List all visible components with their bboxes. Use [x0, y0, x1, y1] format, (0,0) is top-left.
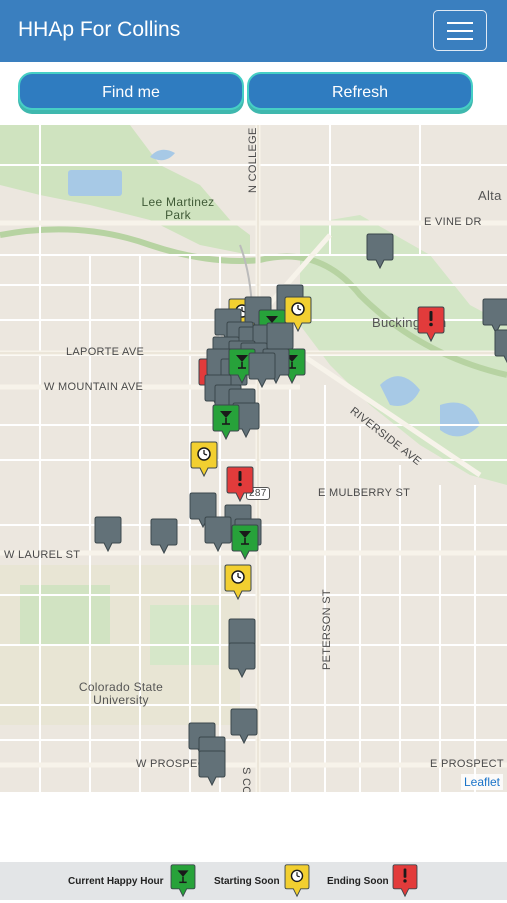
legend-starting-label: Starting Soon [214, 876, 280, 887]
hamburger-line [447, 30, 473, 32]
label-e-prospect: E PROSPECT [430, 758, 504, 770]
label-e-vine-dr: E VINE DR [424, 216, 482, 228]
label-w-mountain-ave: W MOUNTAIN AVE [44, 381, 144, 393]
label-s-college-ave: S COLLEGE AVE [240, 767, 252, 792]
navbar: HHAp For Collins [0, 0, 507, 62]
map-view[interactable]: Lee Martinez Park N COLLEGE Alta E VINE … [0, 125, 507, 792]
find-me-button[interactable]: Find me [18, 72, 244, 110]
label-laporte-ave: LAPORTE AVE [66, 346, 145, 358]
legend-current-label: Current Happy Hour [68, 876, 164, 887]
legend-ending-label: Ending Soon [327, 876, 389, 887]
happy-hour-marker-icon [170, 863, 196, 903]
app-title[interactable]: HHAp For Collins [18, 18, 180, 42]
label-n-college: N COLLEGE [247, 127, 259, 193]
label-e-mulberry-st: E MULBERRY ST [318, 487, 411, 499]
refresh-button[interactable]: Refresh [247, 72, 473, 110]
hamburger-line [447, 38, 473, 40]
label-alta: Alta [478, 188, 502, 203]
label-peterson-st: PETERSON ST [321, 589, 333, 670]
legend-bar: Current Happy Hour Starting Soon Ending … [0, 862, 507, 900]
starting-soon-marker-icon [284, 863, 310, 903]
leaflet-attribution-link[interactable]: Leaflet [460, 774, 503, 790]
label-colorado-state-university: Colorado State University [78, 680, 164, 707]
menu-toggle-button[interactable] [433, 10, 487, 51]
label-w-laurel-st: W LAUREL ST [4, 549, 81, 561]
ending-soon-marker-icon [392, 863, 418, 903]
hamburger-line [447, 22, 473, 24]
label-lee-martinez-park: Lee Martinez Park [141, 195, 215, 222]
